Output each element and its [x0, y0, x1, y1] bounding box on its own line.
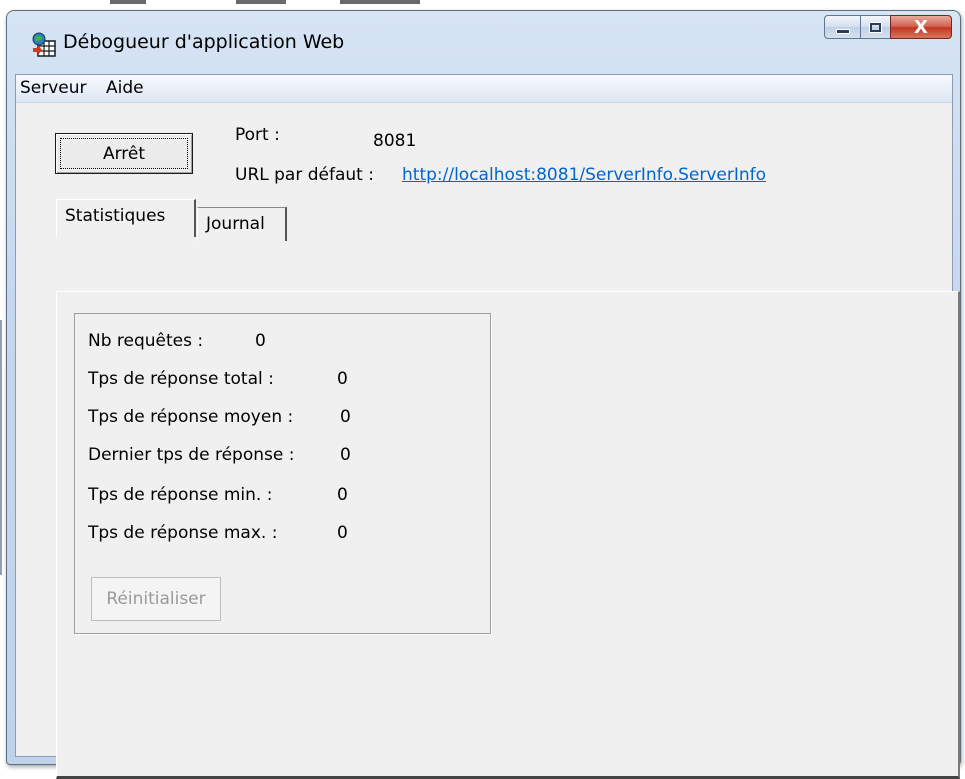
background-artifact: [236, 0, 286, 4]
default-url-label: URL par défaut :: [235, 165, 374, 185]
stat-value: 0: [340, 445, 351, 465]
close-button[interactable]: X: [890, 15, 952, 39]
minimize-icon: [835, 28, 850, 34]
default-url-link[interactable]: http://localhost:8081/ServerInfo.ServerI…: [402, 165, 766, 185]
stat-label: Tps de réponse min. :: [88, 485, 273, 505]
statistics-group: Nb requêtes : 0 Tps de réponse total : 0…: [74, 313, 491, 634]
maximize-button[interactable]: [860, 15, 890, 39]
stat-value: 0: [340, 407, 351, 427]
stat-label: Nb requêtes :: [88, 331, 204, 351]
background-artifact: [0, 320, 2, 575]
background-artifact: [340, 0, 420, 4]
reset-button[interactable]: Réinitialiser: [91, 577, 221, 621]
window-client-area: Serveur Aide Arrêt Port : 8081 URL par d…: [15, 74, 960, 779]
window-title: Débogueur d'application Web: [63, 31, 345, 53]
reset-button-label: Réinitialiser: [106, 589, 206, 609]
tab-journal-label: Journal: [206, 214, 265, 234]
stat-value: 0: [255, 331, 266, 351]
title-bar[interactable]: Débogueur d'application Web X: [7, 11, 960, 69]
menu-bar: Serveur Aide: [16, 75, 952, 103]
stat-value: 0: [337, 523, 348, 543]
menu-aide[interactable]: Aide: [106, 78, 144, 98]
port-label: Port :: [235, 125, 280, 145]
port-value: 8081: [373, 131, 417, 151]
stop-server-button[interactable]: Arrêt: [55, 133, 193, 174]
stat-value: 0: [337, 485, 348, 505]
minimize-button[interactable]: [824, 15, 860, 39]
menu-serveur[interactable]: Serveur: [20, 78, 87, 98]
statistics-panel: Nb requêtes : 0 Tps de réponse total : 0…: [56, 291, 960, 779]
stat-label: Tps de réponse moyen :: [88, 407, 294, 427]
stat-label: Tps de réponse max. :: [88, 523, 278, 543]
stop-server-button-label: Arrêt: [102, 143, 146, 164]
stat-value: 0: [337, 369, 348, 389]
stat-label: Dernier tps de réponse :: [88, 445, 295, 465]
maximize-icon: [869, 21, 882, 33]
stat-label: Tps de réponse total :: [88, 369, 274, 389]
window-controls: X: [824, 15, 952, 41]
tab-statistiques-label: Statistiques: [65, 206, 166, 226]
close-icon: X: [914, 16, 928, 38]
background-artifact: [110, 0, 146, 4]
tab-journal[interactable]: Journal: [197, 207, 287, 241]
app-window: Débogueur d'application Web X Serveur Ai…: [6, 10, 961, 779]
web-debugger-icon: [32, 32, 56, 57]
tab-statistiques[interactable]: Statistiques: [56, 199, 196, 237]
